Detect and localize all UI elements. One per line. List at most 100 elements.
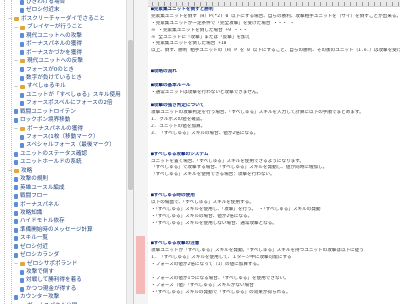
text-line[interactable] — [148, 97, 400, 104]
tree-item-label: 準備開始時のメッセージ計算 — [20, 226, 93, 233]
tree-item-label: 戦闘フロー — [20, 193, 48, 200]
text-line[interactable]: 1. 「すべしゅる」スキルを使用して、１ターン中に攻撃可能にする — [148, 255, 400, 262]
tree-item[interactable]: ボーナスパネル — [0, 201, 126, 209]
tree-item[interactable]: 準備開始時のメッセージ計算 — [0, 226, 126, 234]
text-line[interactable]: ・「すべしゅる」スキルを使用し、「攻撃」を行う。 ・「すべしゅる」スキルの発動 — [148, 207, 400, 214]
tree-item[interactable]: かつつ現金が得する — [0, 285, 126, 293]
editor-gutter — [134, 0, 149, 304]
tree-item[interactable]: スペシャルフォース（最後マーク） — [0, 141, 126, 149]
text-line[interactable]: ・完累集ユニットが一定条件で「完全攻撃」を受けた場合 ・・・ ・ — [148, 21, 400, 28]
text-line[interactable]: ユニットを置く場合、「すべしゅる」スキルを使用できるようになります。 — [148, 159, 400, 166]
collapse-toggle-icon[interactable]: − — [14, 84, 18, 89]
tree-item[interactable]: 攻撃の規則 — [0, 175, 126, 183]
tree-item[interactable]: ボーナスパネルの獲得 — [0, 40, 126, 48]
tree-item[interactable]: 数字が負けているとき — [0, 74, 126, 82]
outline-tree-pane[interactable]: ひきわける場合 ゼロシ付近末 − ボスクリーチャーダイでさること − ブレイヤーが行うこと… — [0, 0, 134, 304]
tree-item[interactable]: − ボーナスパネルの獲得 — [0, 125, 126, 133]
tree-item[interactable]: − ゼロシサポポランド — [0, 260, 126, 268]
tree-item[interactable]: カウンター攻撃 — [0, 293, 126, 301]
tree-item[interactable]: ユニットのステータス確認 — [0, 150, 126, 158]
text-line[interactable]: 3. 「すべしゅる」スキルの場合、値が2倍になる。 — [148, 131, 400, 138]
tree-item[interactable]: フォースが0のとき — [0, 66, 126, 74]
tree-item[interactable]: − 現代ユニットへの反撃 — [0, 57, 126, 65]
tree-item-label: 攻撃の規則 — [20, 176, 48, 183]
tree-item[interactable]: 戦闘ユニットロイテン — [0, 108, 126, 116]
text-line[interactable]: 以上、倒す、勝利 相手ユニットの（H）P を 0 以下にすること、自らの勝利、そ… — [148, 48, 400, 55]
section-heading-line[interactable]: ■完累集ユニットを倒すと勝利 — [148, 7, 400, 14]
text-line[interactable]: 以下の場面で、「すべしゅる」スキルを使用する。 — [148, 200, 400, 207]
text-line[interactable]: 「すべしゅる」で攻撃する場合、「すべしゅる」スキルを発動し、値が同時に増加し。 — [148, 165, 400, 172]
change-marker — [136, 236, 145, 294]
tree-item[interactable]: 戦闘フロー — [0, 192, 126, 200]
section-heading-line[interactable]: ■すべしゅる時の使用 — [148, 193, 400, 200]
text-line[interactable] — [148, 62, 400, 69]
text-line[interactable]: ・「すべしゅる」スキルを使用しない場合、通常攻撃となる。 — [148, 221, 400, 228]
line-text: 以上、倒す、勝利 相手ユニットの（H）P を 0 以下にすること、自らの勝利、そ… — [151, 48, 400, 54]
text-line[interactable]: ・フォースの値が1つになる場合、「すべしゅる」を使用できない。 — [148, 276, 400, 283]
collapse-toggle-icon[interactable]: − — [14, 25, 18, 30]
document-icon — [20, 67, 24, 73]
collapse-toggle-icon[interactable]: − — [8, 17, 12, 22]
collapse-toggle-icon[interactable]: − — [8, 168, 12, 173]
tree-item[interactable]: 現代ユニットへの攻撃 — [0, 32, 126, 40]
collapse-toggle-icon[interactable]: − — [14, 126, 18, 131]
tree-item[interactable]: − 攻略 — [0, 167, 126, 175]
text-line[interactable]: 2. ユニットの値を加算。 — [148, 124, 400, 131]
section-heading-line[interactable]: ■攻撃の強さ判定について — [148, 103, 400, 110]
text-line[interactable]: 攻撃ユニットの攻撃判定を行う場合、「すべしゅる」スキルを入力して計算に以下の手順… — [148, 110, 400, 117]
tree-item[interactable]: ボーナスかづかを獲得 — [0, 49, 126, 57]
tree-item[interactable]: フォース(1枚（移動マーク） — [0, 133, 126, 141]
text-line[interactable]: 完累集ユニットを倒す（H）P(*2) 0 以下にする場合、自らの勝利、攻撃相手ユ… — [148, 14, 400, 21]
section-heading-line[interactable]: ■攻略の流れ — [148, 69, 400, 76]
tree-item[interactable]: 攻撃で倒す — [0, 268, 126, 276]
text-line[interactable] — [148, 228, 400, 235]
text-line[interactable] — [148, 186, 400, 193]
line-text: ■すべしゅる攻撃の注意 — [151, 241, 200, 247]
text-line[interactable]: 1. クルボスの値を確認。 — [148, 117, 400, 124]
text-line[interactable] — [148, 138, 400, 145]
text-line[interactable]: ・フォース（値）「すべしゅる」スキルがない場合 — [148, 283, 400, 290]
text-line[interactable]: 攻撃ユニットが「すべしゅる」スキルを発動。「すべしゅる」スキルを持つユニットの攻… — [148, 248, 400, 255]
tree-item[interactable]: ゼロシ付近末 — [0, 6, 126, 14]
section-heading-line[interactable]: ■攻撃の基本ルール — [148, 83, 400, 90]
text-line[interactable]: ※ 全ユニットに「攻撃」または「反撃」を加え — [148, 35, 400, 42]
tree-scrollbar[interactable] — [126, 0, 133, 304]
tree-item[interactable]: ハイドモトル依存 — [0, 217, 126, 225]
text-line[interactable]: ・通常ユニットは攻撃を行わないと攻撃できません。 — [148, 90, 400, 97]
tree-item[interactable]: 英雄ユースル編成 — [0, 184, 126, 192]
collapse-toggle-icon[interactable]: − — [14, 261, 18, 266]
text-line[interactable]: 「すべしゅる」スキルを使用できる場合：攻撃を行わない。 — [148, 172, 400, 179]
tree-item[interactable]: ゼロシ付近 — [0, 243, 126, 251]
tree-item[interactable]: − ボスクリーチャーダイでさること — [0, 15, 126, 23]
text-line[interactable]: ・完累集ユニットを倒した場合 +10 — [148, 41, 400, 48]
section-heading-line[interactable]: ■すべしゅる攻撃のシステム — [148, 152, 400, 159]
collapse-toggle-icon[interactable]: − — [14, 59, 18, 64]
tree-item[interactable]: ユニットホールドの系統 — [0, 158, 126, 166]
text-line[interactable]: ・「すべしゅる」スキルの場合、値が2倍になる。 — [148, 214, 400, 221]
ruler-tick — [254, 2, 255, 6]
tree-item[interactable]: ゼロシカランダ — [0, 251, 126, 259]
text-line[interactable] — [148, 269, 400, 276]
tree-scrollbar-thumb[interactable] — [128, 40, 133, 190]
tree-item[interactable]: ロックボン境界移動 — [0, 116, 126, 124]
text-line[interactable] — [148, 55, 400, 62]
tree-item[interactable]: フォースポスペルにフォースの2倍 — [0, 99, 126, 107]
tree-item-label: ゼロシ付近 — [20, 243, 48, 250]
section-heading-line[interactable]: ■すべしゅる攻撃の注意 — [148, 241, 400, 248]
text-line[interactable]: ・フォースの値が2倍になって（1）の値に加算する。 — [148, 262, 400, 269]
text-line[interactable]: ※ ・完累集ユニットを倒した場合 +9 ・・・ — [148, 28, 400, 35]
tree-item[interactable]: 攻略知識 — [0, 209, 126, 217]
tree-item-label: 攻略知識 — [20, 209, 43, 216]
text-line[interactable] — [148, 179, 400, 186]
text-line[interactable]: ・「すべしゅる」スキルの発動で「すべしゅる」の効果が得られる。 — [148, 290, 400, 297]
tree-item[interactable]: スキル一覧 — [0, 234, 126, 242]
text-line[interactable] — [148, 234, 400, 241]
tree-item[interactable]: − ブレイヤーが行うこと — [0, 23, 126, 31]
tree-item-label: ボーナスかづかを獲得 — [26, 49, 82, 56]
tree-item[interactable]: 対戦して勝利得を着る — [0, 276, 126, 284]
text-line[interactable] — [148, 145, 400, 152]
text-line[interactable] — [148, 76, 400, 83]
tree-item[interactable]: ユニットが「すべしゅる」スキル使用 — [0, 91, 126, 99]
text-editor[interactable]: ■完累集ユニットを倒すと勝利 完累集ユニットを倒す（H）P(*2) 0 以下にす… — [148, 0, 400, 304]
tree-item[interactable]: − すべしゅるキル — [0, 82, 126, 90]
